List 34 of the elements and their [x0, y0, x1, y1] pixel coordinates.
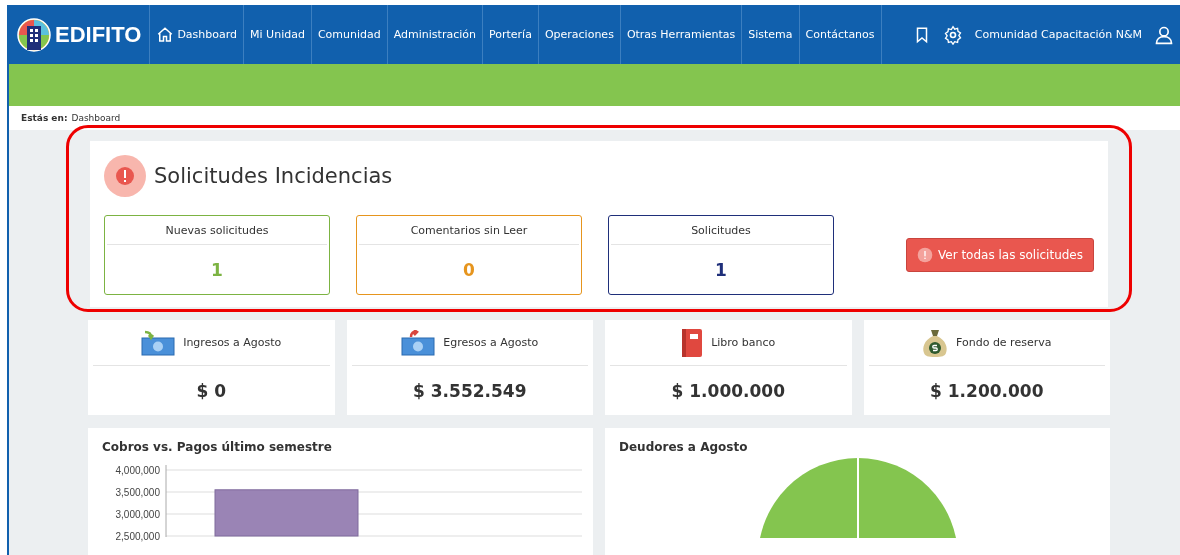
axis-tick-label: 2,500,000 [115, 531, 160, 542]
settings-icon [942, 24, 963, 45]
counter-label: Nuevas solicitudes [107, 216, 327, 245]
breadcrumb-link[interactable]: Dashboard [71, 113, 121, 123]
stat-value: $ 0 [195, 379, 228, 403]
money-bag-icon [922, 327, 949, 358]
book-icon [681, 327, 704, 358]
building-logo-icon [17, 17, 51, 52]
stat-value: $ 1.200.000 [929, 379, 1045, 403]
stat-value: $ 1.000.000 [670, 379, 786, 403]
stat-label: Egresos a Agosto [443, 336, 539, 349]
banknote-arrow-icon [141, 329, 176, 356]
counter-value: 0 [462, 258, 476, 282]
chart-title: Deudores a Agosto [619, 440, 749, 454]
counter-value: 1 [210, 258, 224, 282]
breadcrumb-label: Estás en: [21, 113, 68, 123]
user-name[interactable]: Comunidad Capacitación N&M [974, 28, 1142, 41]
counter-value: 1 [714, 258, 728, 282]
home-icon [156, 25, 175, 44]
stat-label: Libro banco [711, 336, 776, 349]
banknote-arrow-icon [401, 329, 436, 356]
section-title: Solicitudes Incidencias [154, 164, 393, 188]
stat-label: Fondo de reserva [956, 336, 1052, 349]
alert-icon [917, 247, 933, 263]
counter-label: Comentarios sin Leer [359, 216, 579, 245]
view-all-button[interactable]: Ver todas las solicitudes [906, 238, 1094, 272]
chart-title: Cobros vs. Pagos último semestre [102, 440, 333, 454]
axis-tick-label: 3,000,000 [115, 509, 160, 520]
axis-tick-label: 4,000,000 [115, 465, 160, 476]
axis-tick-label: 3,500,000 [115, 487, 160, 498]
alert-icon [104, 155, 146, 197]
stat-label: Ingresos a Agosto [183, 336, 282, 349]
counter-label: Solicitudes [611, 216, 831, 245]
stat-value: $ 3.552.549 [412, 379, 528, 403]
